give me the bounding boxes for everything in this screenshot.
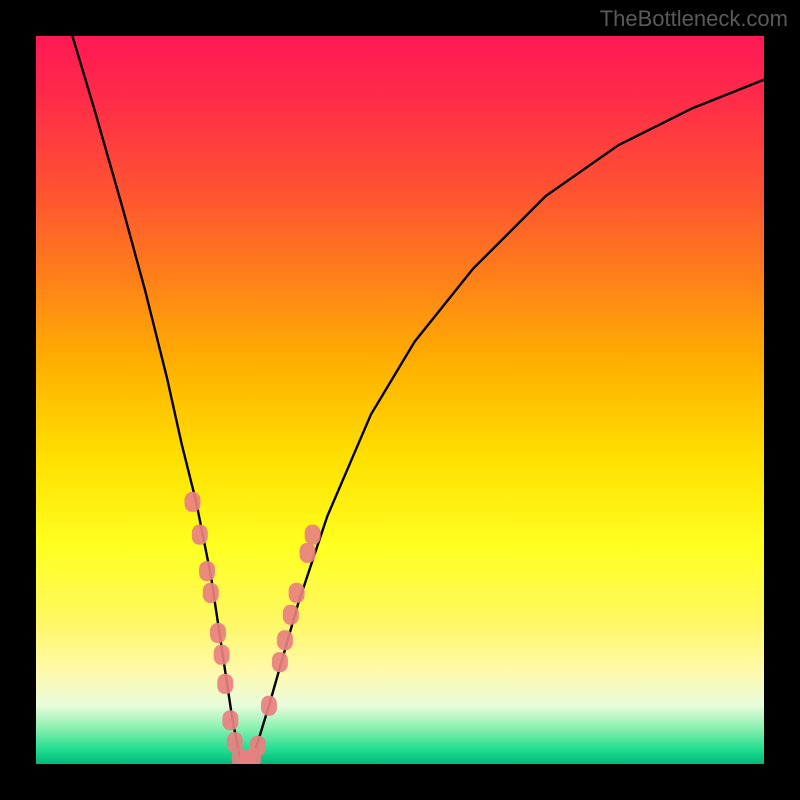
watermark-text: TheBottleneck.com: [600, 6, 788, 32]
chart-container: TheBottleneck.com: [0, 0, 800, 800]
data-markers: [185, 492, 321, 764]
chart-svg: [36, 36, 764, 764]
plot-area: [36, 36, 764, 764]
curve-line: [72, 36, 764, 764]
